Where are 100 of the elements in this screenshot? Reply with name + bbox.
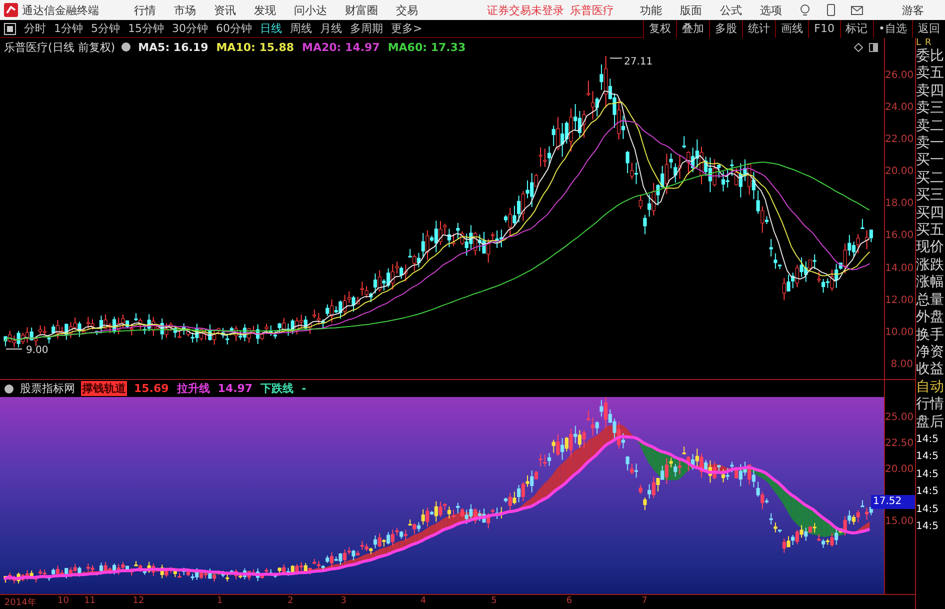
quote-label: 卖五 <box>916 65 945 83</box>
menu-item[interactable]: 发现 <box>245 2 285 18</box>
trade-time: 14:5 <box>916 520 940 534</box>
indicator-legend: 15.69 <box>133 382 170 395</box>
chart-button[interactable]: 复权 <box>643 20 676 38</box>
indicator-legend: 14.97 <box>216 382 254 395</box>
indicator-legend: - <box>300 382 308 395</box>
chart-button[interactable]: 统计 <box>742 20 776 38</box>
indicator-legend: MA5: 16.19 <box>137 40 210 54</box>
user-button[interactable]: 游客 <box>893 2 933 18</box>
date-label: 10 <box>58 596 69 606</box>
chart-button[interactable]: 多股 <box>709 20 742 38</box>
chart-button[interactable]: 画线 <box>775 20 808 38</box>
date-label: 12 <box>132 596 144 606</box>
quote-label: 委比 <box>916 48 945 66</box>
indicator-legend: MA20: 14.97 <box>301 40 381 54</box>
quote-label: 收益 <box>916 361 945 379</box>
period-tab[interactable]: 60分钟 <box>212 21 256 36</box>
panel-mark: L <box>916 38 922 48</box>
quote-label: 净资 <box>916 344 945 362</box>
current-price-label: 17.52 <box>871 495 915 509</box>
chart-button[interactable]: F10 <box>808 20 840 38</box>
period-tab[interactable]: 15分钟 <box>124 21 168 36</box>
trade-time: 14:5 <box>916 485 940 500</box>
mode-tab[interactable]: 盘后 <box>916 414 945 431</box>
app-title: 通达信金融终端 <box>22 2 99 18</box>
quote-label: 外盘 <box>916 309 945 326</box>
date-label: 2 <box>288 596 294 606</box>
period-tab[interactable]: 月线 <box>316 21 346 36</box>
axis-label: 18.00 <box>885 197 915 212</box>
axis-label: 15.00 <box>885 515 915 529</box>
period-tab[interactable]: 多周期 <box>346 21 387 36</box>
date-label: 2014年 <box>4 596 36 609</box>
trade-time: 14:5 <box>916 450 940 464</box>
menu-item[interactable]: 问小达 <box>285 2 336 18</box>
indicator-legend: 撑钱轨道 <box>81 381 127 396</box>
indicator-legend: 下跌线 <box>260 381 295 396</box>
quote-label: 换手 <box>916 326 945 344</box>
mode-tab[interactable]: 自动 <box>916 378 945 396</box>
axis-label: 26.00 <box>885 68 915 83</box>
menu-item[interactable]: 版面 <box>671 2 711 18</box>
trade-time: 14:5 <box>916 502 940 517</box>
chart-title: 乐普医疗(日线 前复权) <box>4 40 116 54</box>
trade-time: 14:5 <box>916 432 940 447</box>
quote-label: 现价 <box>916 239 945 257</box>
chart-button[interactable]: 标记 <box>840 20 872 38</box>
chart-button[interactable]: •自选 <box>872 20 912 38</box>
menu-item[interactable]: 市场 <box>165 2 205 18</box>
axis-label: 10.00 <box>885 326 915 340</box>
axis-label: 20.00 <box>885 165 915 180</box>
quote-label: 买四 <box>916 204 945 222</box>
axis-label: 8.00 <box>890 358 914 372</box>
date-label: 7 <box>642 596 648 606</box>
date-label: 11 <box>84 596 96 606</box>
date-label: 1 <box>216 596 223 606</box>
quote-label: 卖三 <box>916 100 945 118</box>
menu-item[interactable]: 功能 <box>631 2 671 18</box>
date-label: 4 <box>420 596 426 606</box>
panel-mark: R <box>925 38 932 48</box>
axis-label: 14.00 <box>885 262 915 276</box>
axis-label: 20.00 <box>885 463 915 477</box>
quote-label: 涨幅 <box>916 274 945 292</box>
menu-item[interactable]: 交易 <box>387 2 427 18</box>
quote-label: 买三 <box>916 187 945 205</box>
indicator-legend: MA10: 15.88 <box>215 40 296 54</box>
chart-button[interactable]: 返回 <box>912 20 945 38</box>
period-tab[interactable]: 5分钟 <box>87 21 124 36</box>
quote-label: 买二 <box>916 170 945 188</box>
high-price-label: 27.11 <box>610 56 653 68</box>
menu-item[interactable]: 公式 <box>711 2 751 18</box>
period-tab[interactable]: 更多> <box>387 21 426 36</box>
period-tab[interactable]: 周线 <box>286 21 316 36</box>
menu-item[interactable]: 行情 <box>125 2 165 18</box>
date-label: 3 <box>340 596 346 606</box>
period-tab[interactable]: 1分钟 <box>50 21 87 36</box>
date-label: 6 <box>566 596 572 606</box>
period-tab[interactable]: 30分钟 <box>168 21 212 36</box>
indicator-legend: 拉升线 <box>176 381 211 396</box>
stock-name: 乐普医疗 <box>570 2 614 18</box>
quote-label: 涨跌 <box>916 256 945 274</box>
mode-tab[interactable]: 行情 <box>916 396 945 414</box>
axis-label: 25.00 <box>885 411 915 425</box>
period-tab[interactable]: 分时 <box>20 21 50 36</box>
axis-label: 24.00 <box>885 101 915 116</box>
axis-label: 16.00 <box>885 229 915 244</box>
indicator-legend: MA60: 17.33 <box>386 40 467 54</box>
menu-item[interactable]: 资讯 <box>205 2 245 18</box>
quote-label: 卖二 <box>916 118 945 136</box>
menu-item[interactable]: 选项 <box>751 2 791 18</box>
low-price-label: 9.00 <box>6 345 48 356</box>
menu-item[interactable]: 财富圈 <box>336 2 387 18</box>
trade-time: 14:5 <box>916 468 940 482</box>
axis-label: 22.00 <box>885 133 915 148</box>
chart-button[interactable]: 叠加 <box>676 20 710 38</box>
login-notice: 证券交易未登录 <box>487 2 564 18</box>
quote-label: 卖一 <box>916 135 945 152</box>
period-tab[interactable]: 日线 <box>256 21 286 36</box>
axis-label: 12.00 <box>885 294 915 308</box>
quote-label: 买一 <box>916 152 945 170</box>
quote-label: 总量 <box>916 292 945 310</box>
